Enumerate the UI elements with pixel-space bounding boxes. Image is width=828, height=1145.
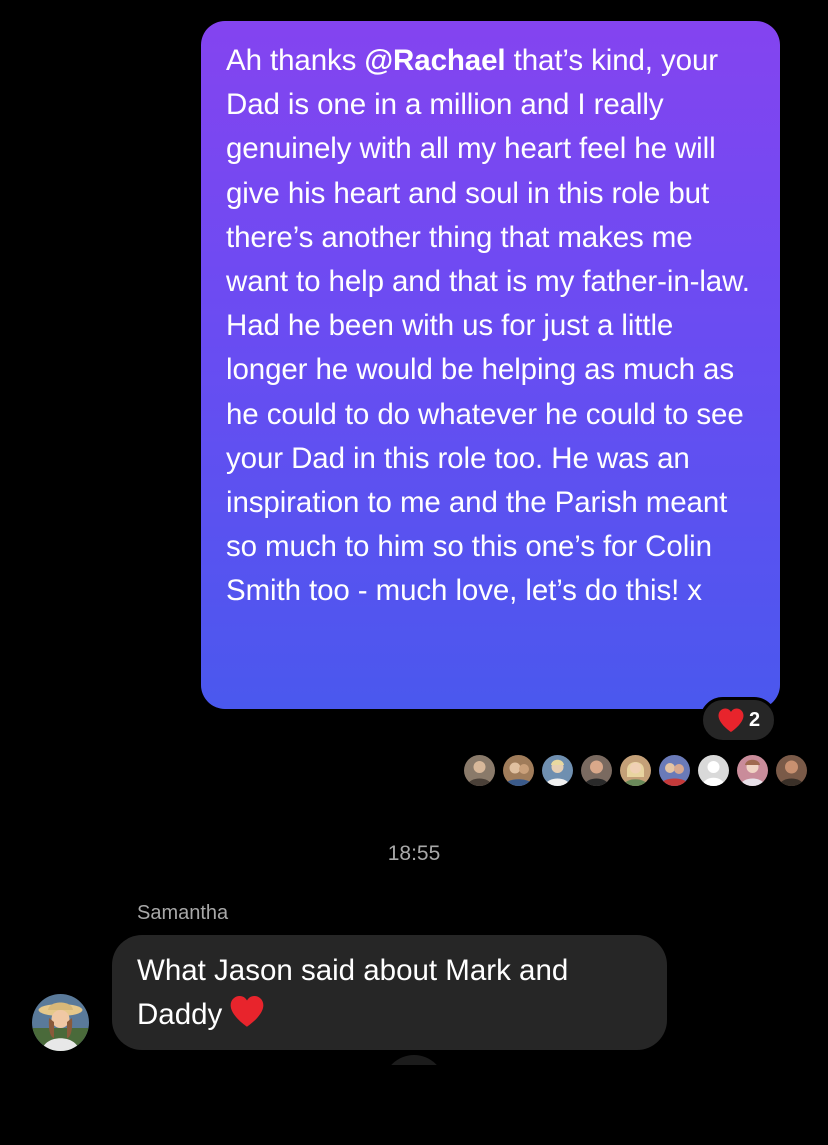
mention-rachael[interactable]: @Rachael [364, 44, 505, 77]
seen-avatar-8 [737, 755, 768, 786]
seen-by-avatars[interactable] [464, 755, 807, 787]
default-avatar-icon [698, 755, 729, 786]
sender-name: Samantha [137, 902, 229, 924]
seen-avatar-2 [503, 755, 534, 786]
seen-avatar-6 [659, 755, 690, 786]
heart-icon [717, 707, 745, 733]
message-thread[interactable]: Ah thanks @Rachael that’s kind, your Dad… [0, 0, 828, 1145]
reaction-count: 2 [748, 708, 761, 731]
message-timestamp: 18:55 [387, 842, 441, 865]
message-text: What Jason said about Mark and Daddy [137, 954, 569, 1031]
seen-avatar-9 [776, 755, 807, 786]
incoming-message-bubble[interactable]: What Jason said about Mark and Daddy [112, 935, 667, 1050]
seen-avatar-1 [464, 755, 495, 786]
scroll-to-bottom-button[interactable] [383, 1055, 445, 1065]
reaction-badge[interactable]: 2 [700, 697, 777, 743]
seen-avatar-3 [542, 755, 573, 786]
message-text: Ah thanks [226, 44, 365, 77]
message-text: that’s kind, your Dad is one in a millio… [226, 44, 750, 608]
heart-icon [228, 994, 266, 1041]
sender-avatar[interactable] [32, 994, 89, 1051]
seen-avatar-5 [620, 755, 651, 786]
seen-avatar-4 [581, 755, 612, 786]
outgoing-message-bubble[interactable]: Ah thanks @Rachael that’s kind, your Dad… [201, 21, 780, 709]
